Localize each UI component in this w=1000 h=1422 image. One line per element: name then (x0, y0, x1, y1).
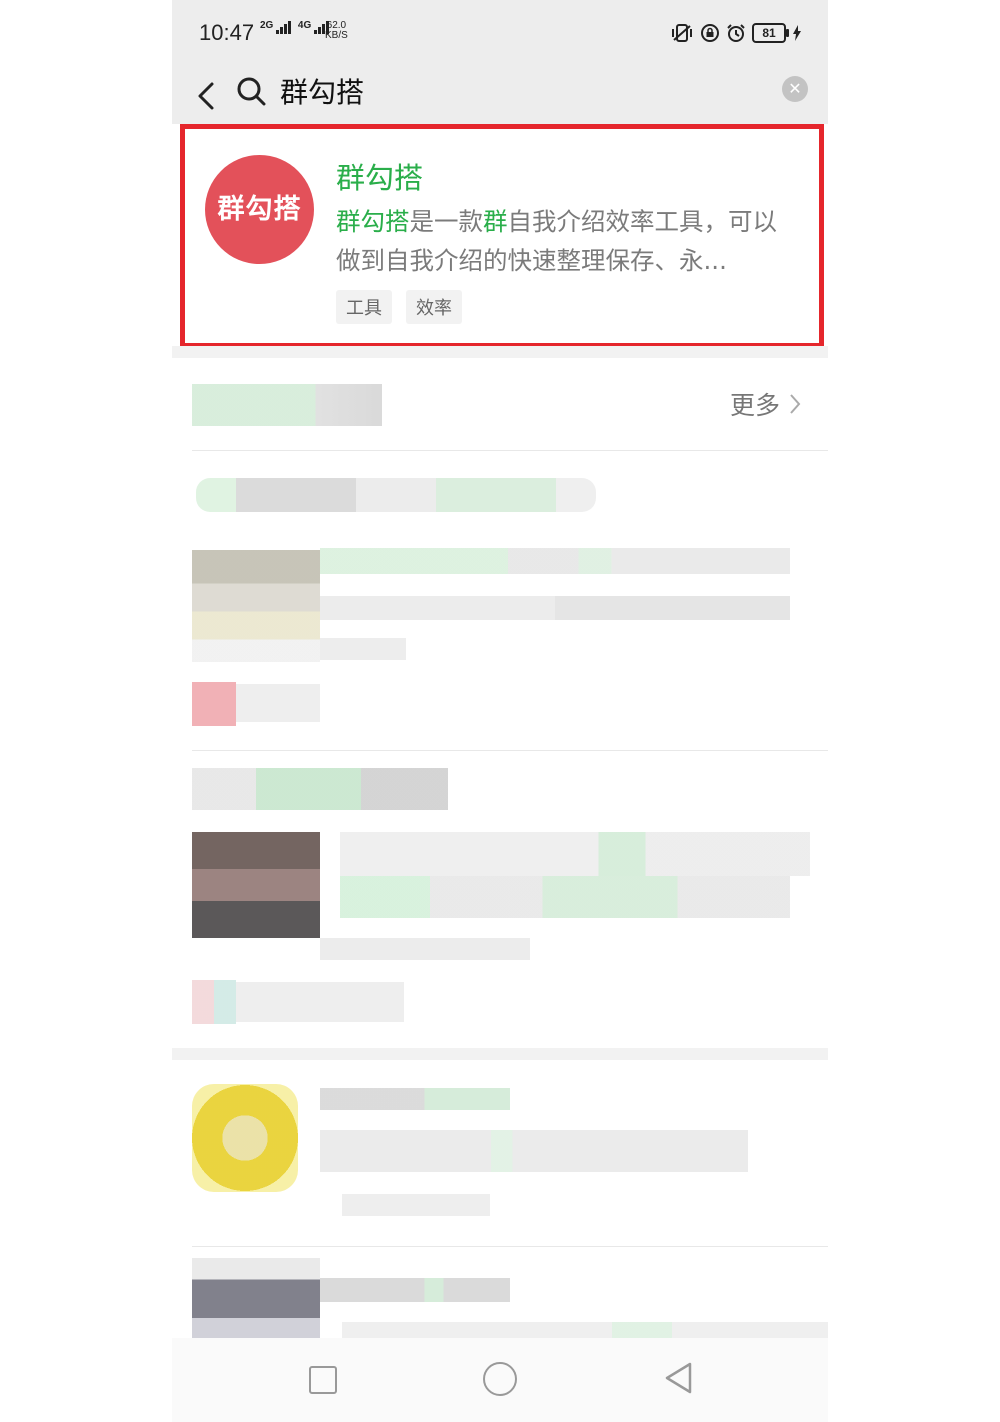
network-speed: 62.0 KB/S (325, 21, 348, 41)
network-indicators: 2G 4G (260, 21, 333, 34)
blurred-section-title (192, 384, 382, 426)
tag: 工具 (336, 290, 392, 324)
speed-unit: KB/S (325, 30, 348, 41)
blurred-source-icon (192, 682, 236, 726)
divider (192, 750, 828, 751)
result-description: 群勾搭是一款群自我介绍效率工具，可以做到自我介绍的快速整理保存、永... (336, 202, 801, 280)
blurred-result-title (192, 768, 448, 810)
more-label: 更多 (729, 391, 780, 420)
tag: 效率 (406, 290, 462, 324)
blurred-thumbnail (192, 1084, 298, 1192)
divider (192, 450, 828, 451)
network-2g-label: 2G (260, 20, 274, 31)
result-tags: 工具 效率 (336, 290, 462, 324)
blurred-text-line (320, 1130, 748, 1172)
blurred-text-line (340, 876, 790, 918)
blurred-text-line (320, 548, 790, 574)
blurred-thumbnail (192, 832, 320, 938)
section-gap (172, 346, 828, 358)
search-bar: 群勾搭 ✕ (172, 64, 828, 124)
clear-search-button[interactable]: ✕ (782, 76, 808, 102)
blurred-text-line (340, 832, 810, 876)
desc-highlight: 群勾搭 (336, 207, 410, 236)
chevron-right-icon (790, 394, 801, 414)
blurred-result-title (196, 478, 596, 512)
blurred-text-line (320, 596, 790, 620)
blurred-source-name (236, 982, 404, 1022)
phone-screen: 10:47 2G 4G 62.0 KB/S 81 群勾搭 ✕ 群勾搭 群勾搭 群… (172, 0, 828, 1422)
status-time: 10:47 (199, 20, 255, 45)
section-gap (172, 1048, 828, 1060)
blurred-source-name (236, 684, 320, 722)
desc-text: 是一款 (409, 207, 484, 236)
back-triangle-icon[interactable] (662, 1360, 696, 1396)
blurred-thumbnail (192, 550, 320, 662)
back-arrow-icon[interactable] (192, 74, 222, 114)
status-icons: 81 (670, 21, 802, 45)
blurred-text-line (320, 1278, 510, 1302)
blurred-text-line (342, 1194, 490, 1216)
recent-apps-button[interactable] (309, 1366, 337, 1394)
lock-rotation-icon (701, 24, 719, 42)
charging-icon (793, 25, 801, 41)
network-4g-label: 4G (297, 20, 312, 31)
battery-indicator: 81 (752, 23, 789, 43)
blurred-text-line (320, 638, 406, 660)
blurred-text-line (320, 938, 530, 960)
blurred-thumbnail (192, 1258, 320, 1344)
app-logo: 群勾搭 (205, 155, 314, 264)
search-input[interactable]: 群勾搭 (280, 71, 364, 111)
result-title: 群勾搭 (336, 161, 424, 195)
alarm-icon (727, 24, 745, 42)
status-bar: 10:47 2G 4G 62.0 KB/S 81 (172, 0, 828, 64)
divider (192, 1246, 828, 1247)
search-icon (237, 77, 266, 106)
navigation-bar (172, 1338, 828, 1422)
blurred-text-line (320, 1088, 510, 1110)
blurred-source-icon (192, 980, 236, 1024)
vibrate-icon (672, 24, 692, 42)
desc-highlight: 群 (483, 207, 508, 236)
search-result-mini-program[interactable]: 群勾搭 群勾搭 群勾搭是一款群自我介绍效率工具，可以做到自我介绍的快速整理保存、… (180, 124, 824, 348)
signal-icon (276, 21, 292, 34)
more-link[interactable]: 更多 (730, 386, 802, 422)
section-header: 更多 (172, 358, 828, 450)
home-button[interactable] (483, 1362, 517, 1396)
